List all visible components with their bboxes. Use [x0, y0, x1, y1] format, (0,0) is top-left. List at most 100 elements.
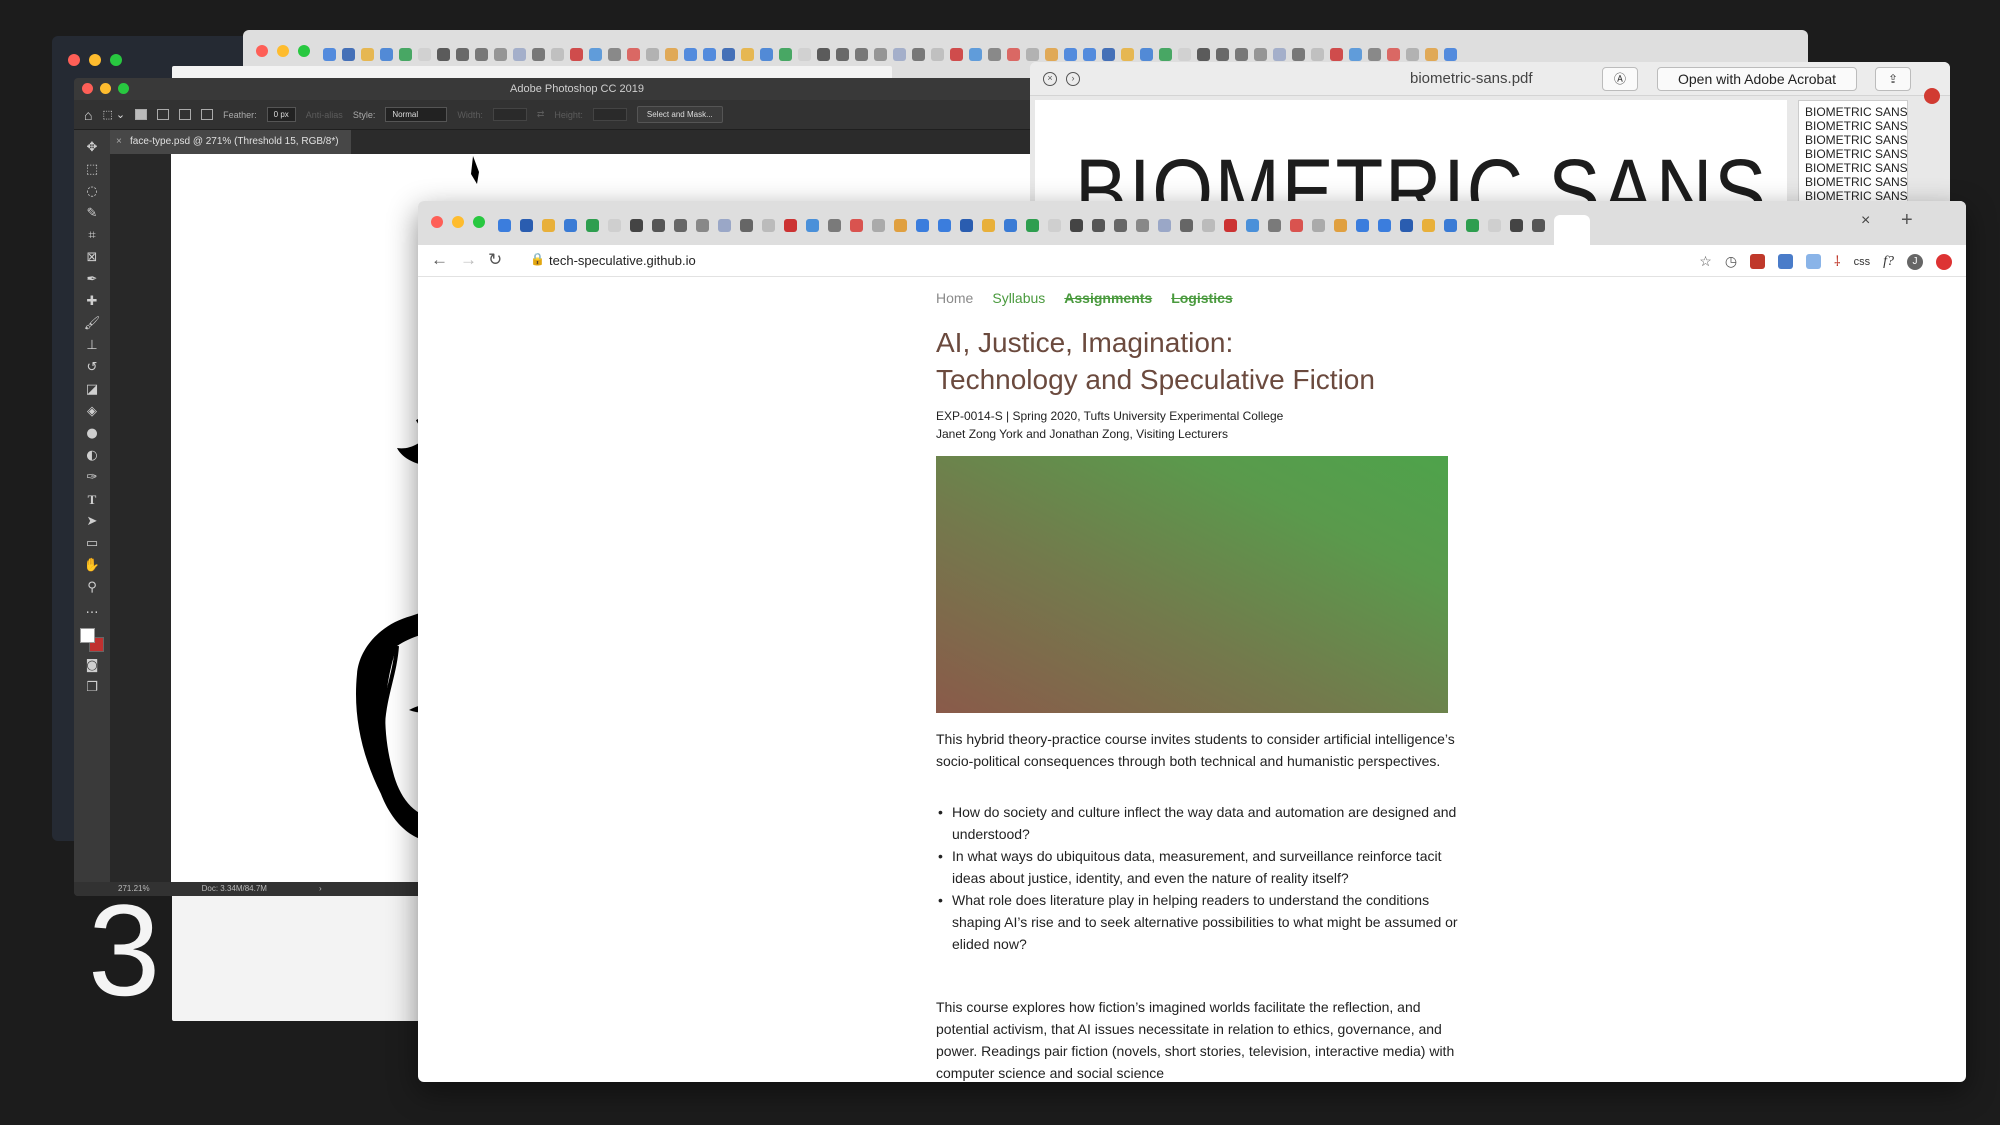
- tab-favicon-icon[interactable]: [1224, 218, 1237, 232]
- history-icon[interactable]: ◷: [1725, 253, 1737, 270]
- extension-dropper-icon[interactable]: ⸸: [1834, 252, 1841, 271]
- tab-favicon-icon[interactable]: [1444, 47, 1457, 61]
- fullscreen-icon[interactable]: ›: [1066, 72, 1080, 86]
- paint-bucket-tool-icon[interactable]: ◈: [81, 404, 103, 420]
- tab-favicon-icon[interactable]: [1102, 47, 1115, 61]
- extension-css-icon[interactable]: css: [1854, 256, 1871, 268]
- tab-favicon-icon[interactable]: [817, 47, 830, 61]
- color-swatches[interactable]: [80, 628, 104, 652]
- tab-favicon-icon[interactable]: [912, 47, 925, 61]
- reload-icon[interactable]: ↻: [488, 250, 502, 270]
- style-select[interactable]: Normal: [385, 107, 448, 122]
- tab-favicon-icon[interactable]: [608, 47, 621, 61]
- tab-favicon-icon[interactable]: [1235, 47, 1248, 61]
- tab-favicon-icon[interactable]: [1178, 47, 1191, 61]
- blur-tool-icon[interactable]: ●: [81, 426, 103, 442]
- tab-favicon-icon[interactable]: [1202, 218, 1215, 232]
- tab-favicon-icon[interactable]: [1197, 47, 1210, 61]
- tab-favicon-icon[interactable]: [1007, 47, 1020, 61]
- tab-favicon-icon[interactable]: [1004, 218, 1017, 232]
- move-tool-icon[interactable]: ✥: [81, 140, 103, 156]
- dodge-tool-icon[interactable]: ◐: [81, 448, 103, 464]
- tab-favicon-icon[interactable]: [1334, 218, 1347, 232]
- tab-favicon-icon[interactable]: [894, 218, 907, 232]
- profile-avatar[interactable]: J: [1907, 253, 1923, 270]
- add-selection-icon[interactable]: [157, 109, 170, 120]
- tab-favicon-icon[interactable]: [1422, 218, 1435, 232]
- window-controls[interactable]: [82, 83, 129, 94]
- tab-favicon-icon[interactable]: [696, 218, 709, 232]
- tab-favicon-icon[interactable]: [586, 218, 599, 232]
- forward-icon[interactable]: →: [460, 250, 477, 270]
- stamp-tool-icon[interactable]: ⊥: [81, 338, 103, 354]
- tab-favicon-icon[interactable]: [399, 47, 412, 61]
- tab-favicon-icon[interactable]: [1444, 218, 1457, 232]
- tab-favicon-icon[interactable]: [982, 218, 995, 232]
- tab-favicon-icon[interactable]: [551, 47, 564, 61]
- tab-favicon-icon[interactable]: [798, 47, 811, 61]
- tab-favicon-icon[interactable]: [722, 47, 735, 61]
- tab-favicon-icon[interactable]: [1246, 218, 1259, 232]
- tab-favicon-icon[interactable]: [630, 218, 643, 232]
- lock-icon[interactable]: 🔒: [530, 252, 545, 266]
- tab-favicon-icon[interactable]: [718, 218, 731, 232]
- open-with-acrobat-button[interactable]: Open with Adobe Acrobat: [1657, 67, 1857, 91]
- close-document-icon[interactable]: ×: [116, 130, 122, 154]
- tab-favicon-icon[interactable]: [836, 47, 849, 61]
- nav-syllabus-link[interactable]: Syllabus: [992, 290, 1045, 306]
- pen-tool-icon[interactable]: ✑: [81, 470, 103, 486]
- tab-favicon-icon[interactable]: [342, 47, 355, 61]
- tab-favicon-icon[interactable]: [1048, 218, 1061, 232]
- tab-favicon-icon[interactable]: [1330, 47, 1343, 61]
- home-icon[interactable]: ⌂: [84, 107, 92, 123]
- type-tool-icon[interactable]: T: [81, 492, 103, 508]
- window-controls[interactable]: [431, 216, 485, 228]
- nav-home-link[interactable]: Home: [936, 290, 973, 306]
- background-tab-strip[interactable]: [323, 44, 1798, 64]
- tab-favicon-icon[interactable]: [960, 218, 973, 232]
- tab-favicon-icon[interactable]: [806, 218, 819, 232]
- tab-favicon-icon[interactable]: [1114, 218, 1127, 232]
- extension-blue-icon[interactable]: [1778, 254, 1794, 269]
- rectangle-tool-icon[interactable]: ▭: [81, 536, 103, 552]
- tab-favicon-icon[interactable]: [850, 218, 863, 232]
- tab-favicon-icon[interactable]: [938, 218, 951, 232]
- tab-favicon-icon[interactable]: [1311, 47, 1324, 61]
- back-icon[interactable]: ←: [431, 250, 448, 270]
- tab-favicon-icon[interactable]: [740, 218, 753, 232]
- new-tab-button[interactable]: +: [1901, 209, 1913, 232]
- nav-assignments-link[interactable]: Assignments: [1064, 290, 1152, 306]
- tab-favicon-icon[interactable]: [513, 47, 526, 61]
- tab-favicon-icon[interactable]: [950, 47, 963, 61]
- tab-favicon-icon[interactable]: [1510, 218, 1523, 232]
- tab-favicon-icon[interactable]: [323, 47, 336, 61]
- quick-select-tool-icon[interactable]: ✎: [81, 206, 103, 222]
- window-controls[interactable]: [256, 45, 310, 57]
- extension-font-icon[interactable]: f?: [1883, 254, 1894, 270]
- healing-brush-tool-icon[interactable]: ✚: [81, 294, 103, 310]
- tab-favicon-icon[interactable]: [1026, 47, 1039, 61]
- tab-favicon-icon[interactable]: [532, 47, 545, 61]
- tab-favicon-icon[interactable]: [380, 47, 393, 61]
- tab-favicon-icon[interactable]: [627, 47, 640, 61]
- tab-favicon-icon[interactable]: [475, 47, 488, 61]
- tab-favicon-icon[interactable]: [703, 47, 716, 61]
- tab-favicon-icon[interactable]: [494, 47, 507, 61]
- tab-favicon-icon[interactable]: [1400, 218, 1413, 232]
- tab-favicon-icon[interactable]: [1378, 218, 1391, 232]
- tab-favicon-icon[interactable]: [1064, 47, 1077, 61]
- subtract-selection-icon[interactable]: [179, 109, 192, 120]
- window-controls[interactable]: [68, 54, 122, 66]
- tab-favicon-icon[interactable]: [1387, 47, 1400, 61]
- marquee-preset-icon[interactable]: ⬚ ⌄: [102, 108, 125, 121]
- tab-favicon-icon[interactable]: [1158, 218, 1171, 232]
- tab-favicon-icon[interactable]: [741, 47, 754, 61]
- tab-favicon-icon[interactable]: [1136, 218, 1149, 232]
- tab-favicon-icon[interactable]: [760, 47, 773, 61]
- tab-favicon-icon[interactable]: [1070, 218, 1083, 232]
- tab-favicon-icon[interactable]: [437, 47, 450, 61]
- tab-favicon-icon[interactable]: [1488, 218, 1501, 232]
- new-selection-icon[interactable]: [135, 109, 148, 120]
- crop-tool-icon[interactable]: ⌗: [81, 228, 103, 244]
- tab-favicon-icon[interactable]: [762, 218, 775, 232]
